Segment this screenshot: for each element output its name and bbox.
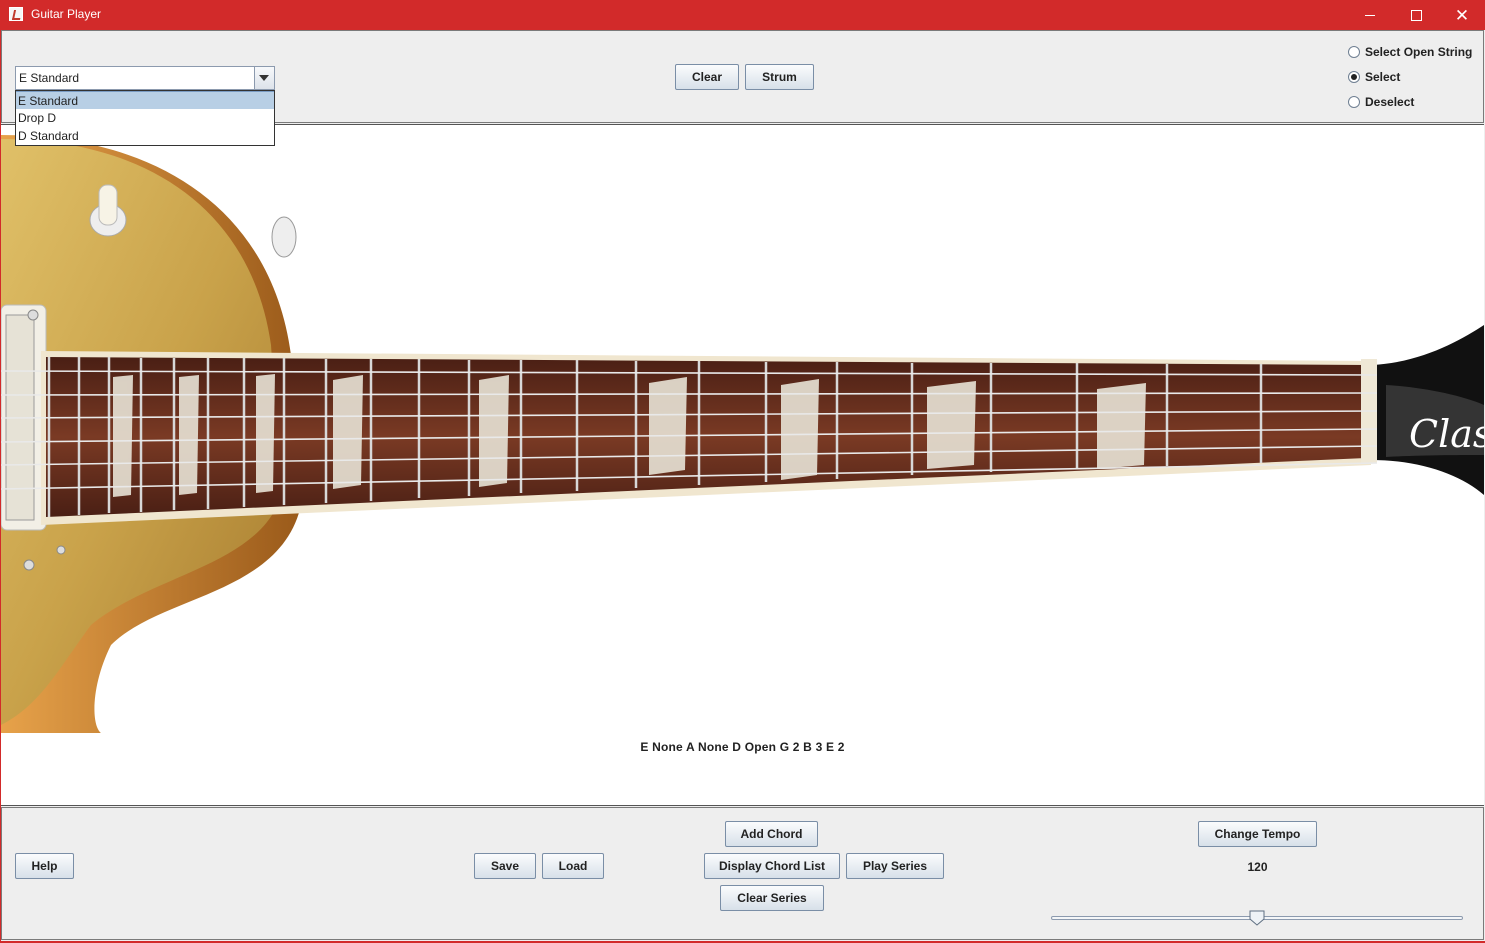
guitar-image[interactable]: Class [1,125,1484,733]
radio-deselect[interactable]: Deselect [1348,94,1414,110]
strum-button[interactable]: Strum [745,64,814,90]
close-button[interactable]: ✕ [1439,0,1485,30]
maximize-icon [1410,9,1422,21]
tuning-option-label: E Standard [18,94,79,108]
radio-circle-icon [1348,46,1360,58]
maximize-button[interactable] [1393,0,1439,30]
add-chord-button[interactable]: Add Chord [725,821,818,847]
save-button[interactable]: Save [474,853,536,879]
tuning-option-label: D Standard [18,129,79,143]
load-button[interactable]: Load [542,853,604,879]
radio-checked-icon [1348,71,1360,83]
tuning-option-e-standard[interactable]: E Standard [16,91,274,109]
tuning-combo[interactable]: E Standard [15,66,275,90]
tuning-option-d-standard[interactable]: D Standard [16,127,274,145]
tuning-option-label: Drop D [18,111,57,125]
help-button[interactable]: Help [15,853,74,879]
radio-circle-icon [1348,96,1360,108]
tuning-combo-value: E Standard [19,71,80,85]
play-series-button[interactable]: Play Series [846,853,944,879]
radio-label: Deselect [1365,95,1415,109]
display-chord-list-button[interactable]: Display Chord List [704,853,840,879]
radio-label: Select [1365,70,1401,84]
minimize-button[interactable] [1347,0,1393,30]
headstock-logo: Class [1409,412,1484,456]
tempo-value: 120 [1247,860,1268,874]
radio-label: Select Open String [1365,45,1473,59]
title-bar: Guitar Player ✕ [0,0,1485,30]
guitar-panel: Class [1,124,1484,806]
tuning-option-drop-d[interactable]: Drop D [16,109,274,127]
clear-button[interactable]: Clear [675,64,739,90]
close-icon: ✕ [1454,5,1470,25]
change-tempo-button[interactable]: Change Tempo [1198,821,1317,847]
app-icon [9,7,23,21]
radio-select[interactable]: Select [1348,69,1400,85]
clear-series-button[interactable]: Clear Series [720,885,824,911]
tempo-slider-thumb[interactable] [1249,910,1265,926]
tuning-dropdown-list: E Standard Drop D D Standard [15,90,275,146]
chord-readout: E None A None D Open G 2 B 3 E 2 [640,740,845,754]
radio-select-open-string[interactable]: Select Open String [1348,44,1472,60]
minimize-icon [1365,14,1375,16]
window-title: Guitar Player [31,7,102,21]
chevron-down-icon[interactable] [254,67,274,89]
